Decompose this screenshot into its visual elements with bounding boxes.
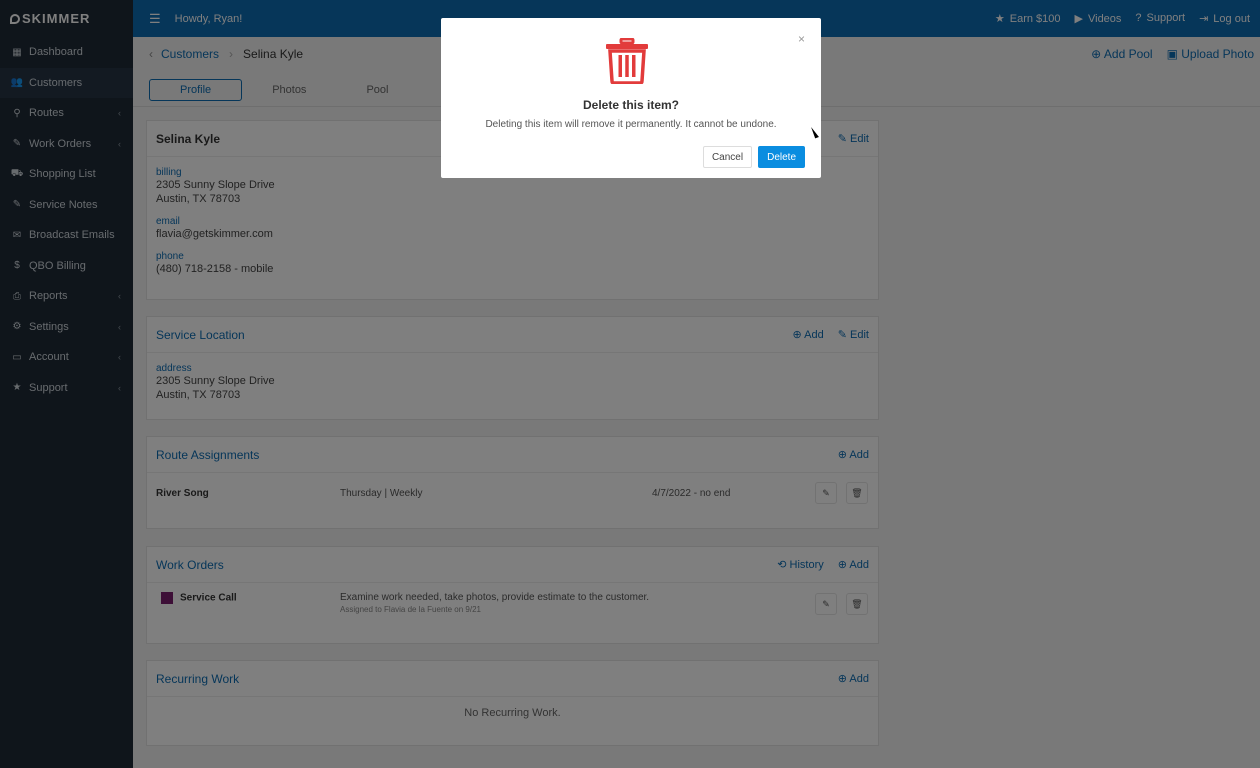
delete-button[interactable]: Delete	[758, 146, 805, 168]
dialog-message: Deleting this item will remove it perman…	[485, 119, 777, 130]
close-icon[interactable]: ×	[798, 32, 805, 46]
cancel-button[interactable]: Cancel	[702, 146, 753, 168]
trash-icon	[606, 38, 648, 84]
dialog-title: Delete this item?	[582, 98, 680, 112]
delete-confirm-dialog: × Delete this item? Deleting this item w…	[441, 18, 821, 178]
